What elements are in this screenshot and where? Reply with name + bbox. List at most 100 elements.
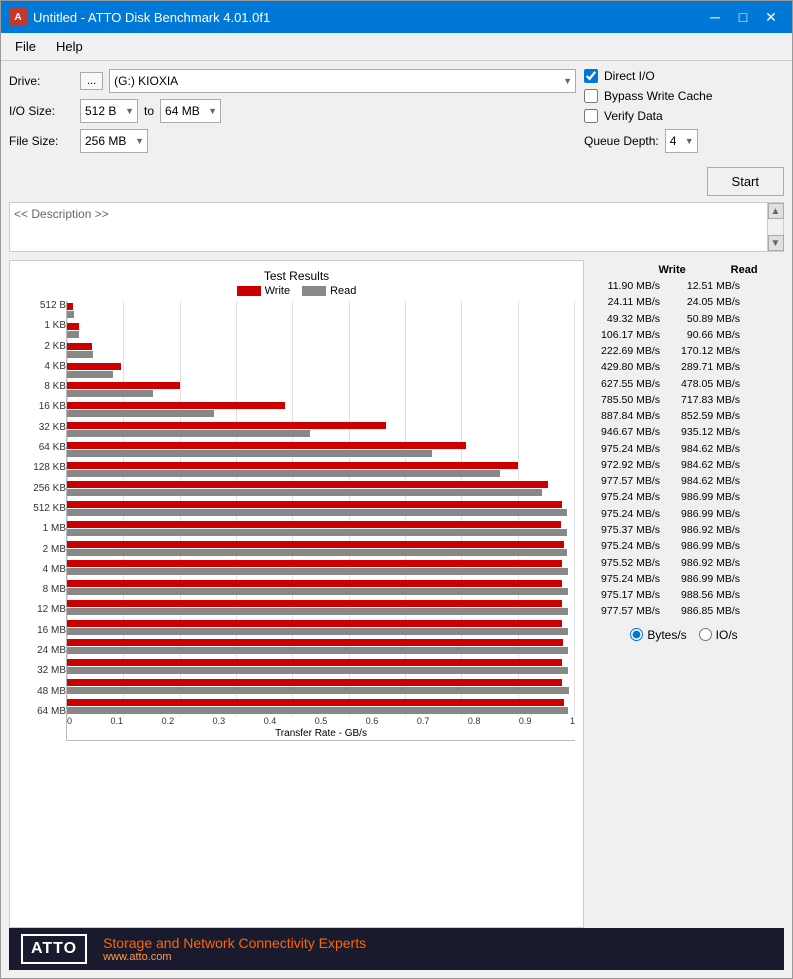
result-row: 977.57 MB/s 984.62 MB/s bbox=[588, 473, 780, 489]
result-row: 49.32 MB/s 50.89 MB/s bbox=[588, 311, 780, 327]
bar-row bbox=[67, 439, 575, 459]
direct-io-checkbox[interactable] bbox=[584, 69, 598, 83]
result-write: 975.24 MB/s bbox=[588, 571, 664, 587]
bar-row bbox=[67, 617, 575, 637]
result-write: 49.32 MB/s bbox=[588, 311, 664, 327]
scroll-up-button[interactable]: ▲ bbox=[768, 203, 784, 219]
start-button[interactable]: Start bbox=[707, 167, 784, 196]
results-header: Write Read bbox=[588, 264, 780, 276]
browse-button[interactable]: ... bbox=[80, 72, 103, 90]
drive-row: Drive: ... (G:) KIOXIA bbox=[9, 69, 576, 93]
right-controls: Direct I/O Bypass Write Cache Verify Dat… bbox=[584, 69, 784, 196]
result-row: 106.17 MB/s 90.66 MB/s bbox=[588, 327, 780, 343]
drive-label: Drive: bbox=[9, 74, 74, 88]
result-read: 986.92 MB/s bbox=[664, 555, 740, 571]
result-write: 975.24 MB/s bbox=[588, 441, 664, 457]
result-write: 429.80 MB/s bbox=[588, 359, 664, 375]
result-row: 975.52 MB/s 986.92 MB/s bbox=[588, 555, 780, 571]
results-panel: Write Read 11.90 MB/s 12.51 MB/s 24.11 M… bbox=[584, 260, 784, 928]
result-write: 785.50 MB/s bbox=[588, 392, 664, 408]
read-bar bbox=[67, 707, 568, 714]
direct-io-label: Direct I/O bbox=[604, 69, 655, 83]
close-button[interactable]: ✕ bbox=[758, 5, 784, 29]
read-bar bbox=[67, 588, 568, 595]
bytes-per-sec-radio[interactable] bbox=[630, 628, 643, 641]
io-per-sec-option[interactable]: IO/s bbox=[699, 628, 738, 642]
top-controls: Drive: ... (G:) KIOXIA I/O Size: 512 B bbox=[9, 69, 784, 196]
result-read: 170.12 MB/s bbox=[664, 343, 740, 359]
io-per-sec-radio[interactable] bbox=[699, 628, 712, 641]
result-row: 785.50 MB/s 717.83 MB/s bbox=[588, 392, 780, 408]
result-row: 975.24 MB/s 986.99 MB/s bbox=[588, 506, 780, 522]
y-axis-label: 64 KB bbox=[18, 443, 66, 453]
chart-legend: Write Read bbox=[18, 285, 575, 297]
io-per-sec-label: IO/s bbox=[716, 628, 738, 642]
file-size-wrapper: 256 MB bbox=[80, 129, 148, 153]
minimize-button[interactable]: ─ bbox=[702, 5, 728, 29]
x-tick-label: 0.2 bbox=[162, 716, 175, 726]
read-bar bbox=[67, 529, 567, 536]
write-bar bbox=[67, 620, 562, 627]
file-size-label: File Size: bbox=[9, 134, 74, 148]
y-axis-labels: 512 B1 KB2 KB4 KB8 KB16 KB32 KB64 KB128 … bbox=[18, 301, 66, 741]
io-size-to-text: to bbox=[144, 104, 154, 118]
window-controls: ─ □ ✕ bbox=[702, 5, 784, 29]
y-axis-label: 256 KB bbox=[18, 484, 66, 494]
y-axis-label: 512 KB bbox=[18, 504, 66, 514]
bytes-per-sec-label: Bytes/s bbox=[647, 628, 686, 642]
footer-banner: ATTO Storage and Network Connectivity Ex… bbox=[9, 928, 784, 970]
x-tick-label: 0.4 bbox=[264, 716, 277, 726]
menu-help[interactable]: Help bbox=[46, 35, 93, 58]
verify-data-checkbox[interactable] bbox=[584, 109, 598, 123]
bytes-per-sec-option[interactable]: Bytes/s bbox=[630, 628, 686, 642]
read-bar bbox=[67, 351, 93, 358]
bar-row bbox=[67, 696, 575, 716]
read-legend-item: Read bbox=[302, 285, 356, 297]
read-bar bbox=[67, 410, 214, 417]
scroll-down-button[interactable]: ▼ bbox=[768, 235, 784, 251]
chart-container: Test Results Write Read 512 B1 KB2 KB4 K… bbox=[9, 260, 584, 928]
queue-depth-select[interactable]: 4 bbox=[665, 129, 698, 153]
io-size-from-select[interactable]: 512 B bbox=[80, 99, 138, 123]
queue-depth-row: Queue Depth: 4 bbox=[584, 129, 784, 153]
result-row: 975.24 MB/s 984.62 MB/s bbox=[588, 441, 780, 457]
bypass-write-cache-checkbox[interactable] bbox=[584, 89, 598, 103]
result-read: 12.51 MB/s bbox=[664, 278, 740, 294]
bar-row bbox=[67, 499, 575, 519]
y-axis-label: 48 MB bbox=[18, 687, 66, 697]
chart-body: 512 B1 KB2 KB4 KB8 KB16 KB32 KB64 KB128 … bbox=[18, 301, 575, 741]
menu-file[interactable]: File bbox=[5, 35, 46, 58]
write-bar bbox=[67, 639, 563, 646]
file-size-select[interactable]: 256 MB bbox=[80, 129, 148, 153]
x-tick-label: 0.9 bbox=[519, 716, 532, 726]
chart-title: Test Results bbox=[18, 269, 575, 283]
result-read: 986.99 MB/s bbox=[664, 571, 740, 587]
result-write: 977.57 MB/s bbox=[588, 473, 664, 489]
x-tick-label: 0.5 bbox=[315, 716, 328, 726]
write-bar bbox=[67, 679, 562, 686]
write-legend-color bbox=[237, 286, 261, 296]
read-bar bbox=[67, 489, 542, 496]
queue-depth-wrapper: 4 bbox=[665, 129, 698, 153]
io-size-to-select[interactable]: 64 MB bbox=[160, 99, 221, 123]
y-axis-label: 16 MB bbox=[18, 626, 66, 636]
x-tick-label: 0.7 bbox=[417, 716, 430, 726]
y-axis-label: 16 KB bbox=[18, 402, 66, 412]
y-axis-label: 2 MB bbox=[18, 545, 66, 555]
y-axis-label: 4 MB bbox=[18, 565, 66, 575]
read-bar bbox=[67, 647, 568, 654]
bar-row bbox=[67, 657, 575, 677]
bar-row bbox=[67, 479, 575, 499]
write-bar bbox=[67, 600, 562, 607]
drive-select[interactable]: (G:) KIOXIA bbox=[109, 69, 576, 93]
x-tick-label: 1 bbox=[570, 716, 575, 726]
result-row: 887.84 MB/s 852.59 MB/s bbox=[588, 408, 780, 424]
result-read: 50.89 MB/s bbox=[664, 311, 740, 327]
footer-url: www.atto.com bbox=[103, 951, 366, 963]
atto-logo: ATTO bbox=[21, 934, 87, 964]
result-read: 478.05 MB/s bbox=[664, 376, 740, 392]
maximize-button[interactable]: □ bbox=[730, 5, 756, 29]
result-write: 106.17 MB/s bbox=[588, 327, 664, 343]
y-axis-label: 12 MB bbox=[18, 605, 66, 615]
description-scrollbar[interactable]: ▲ ▼ bbox=[767, 203, 783, 251]
